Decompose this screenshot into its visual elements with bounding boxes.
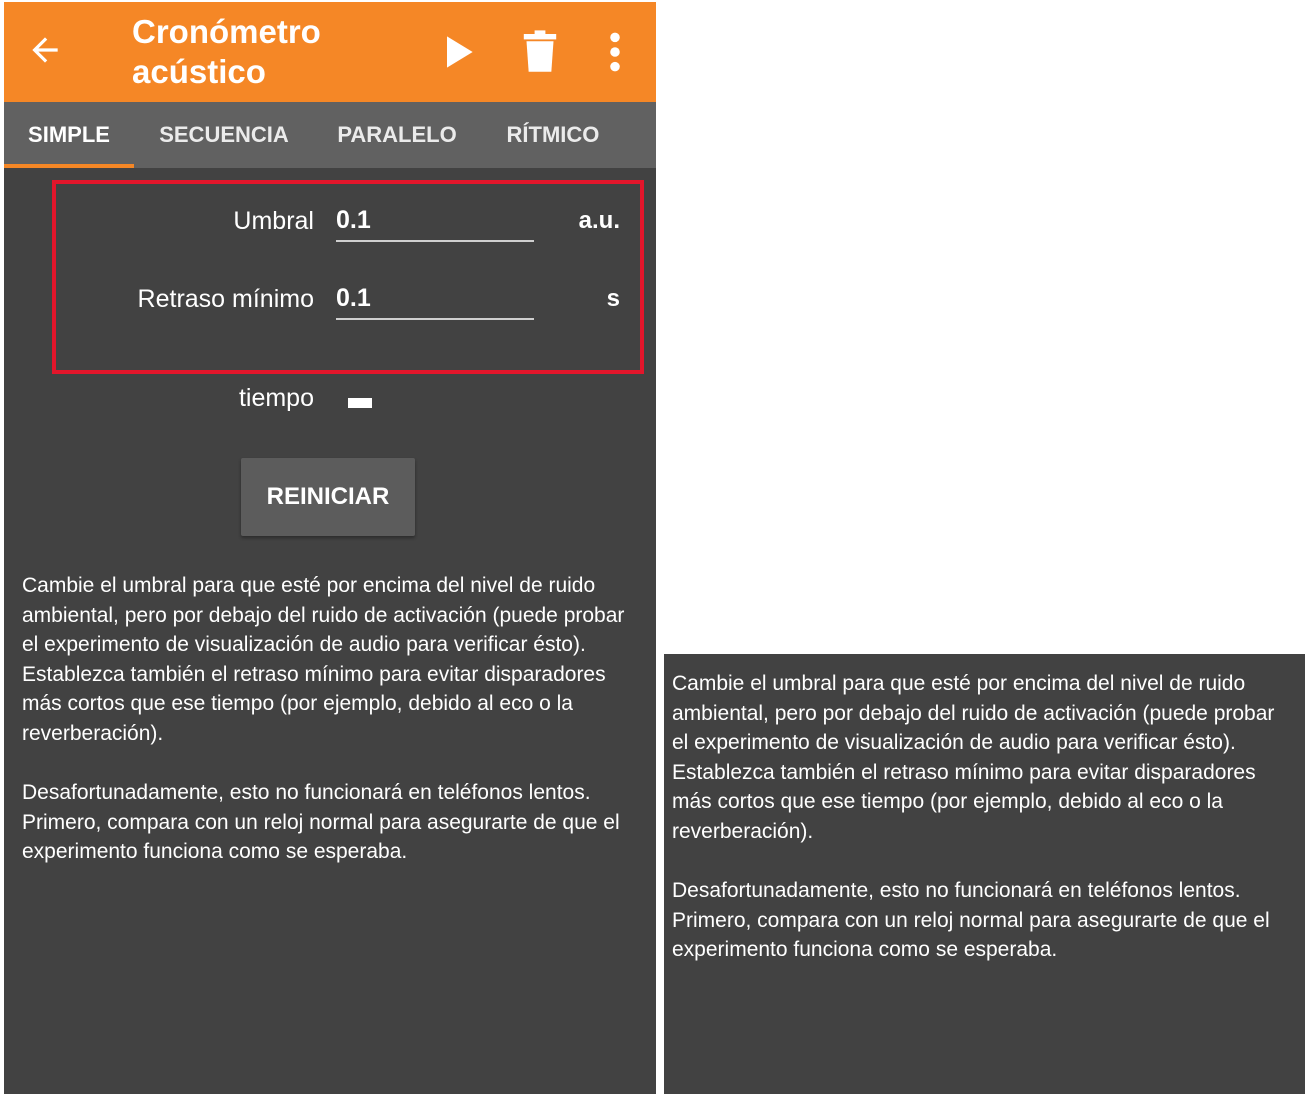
active-tab-indicator [4,164,134,168]
arrow-left-icon[interactable] [26,31,64,69]
help-text: Cambie el umbral para que esté por encim… [22,571,640,867]
help-paragraph-2: Desafortunadamente, esto no funcionará e… [22,781,620,863]
app-bar: Cronómetro acústico [4,2,656,102]
umbral-input[interactable] [336,200,534,242]
umbral-unit: a.u. [578,207,620,234]
phone-screen: Cronómetro acústico SIMPLE SECUENCIA PAR… [4,2,656,1094]
zoomed-help-paragraph-2: Desafortunadamente, esto no funcionará e… [672,879,1270,961]
tiempo-label: tiempo [238,384,314,412]
retraso-label: Retraso mínimo [137,285,314,313]
tiempo-value [348,398,372,408]
trash-icon[interactable] [522,30,558,74]
tab-secuencia[interactable]: SECUENCIA [144,102,304,168]
zoomed-help-text: Cambie el umbral para que esté por encim… [672,669,1290,965]
play-icon[interactable] [436,30,480,74]
reset-button[interactable]: REINICIAR [241,458,415,536]
retraso-unit: s [606,285,620,312]
tab-bar: SIMPLE SECUENCIA PARALELO RÍTMICO [4,102,656,168]
tab-paralelo[interactable]: PARALELO [322,102,472,168]
help-paragraph-1: Cambie el umbral para que esté por encim… [22,574,625,745]
umbral-label: Umbral [233,207,314,235]
app-title: Cronómetro acústico [132,13,321,90]
tab-simple[interactable]: SIMPLE [4,102,134,168]
retraso-input[interactable] [336,278,534,320]
more-vert-icon[interactable] [604,30,626,74]
zoomed-help-panel: Cambie el umbral para que esté por encim… [664,654,1305,1094]
zoomed-help-paragraph-1: Cambie el umbral para que esté por encim… [672,672,1275,843]
tab-ritmico[interactable]: RÍTMICO [488,102,618,168]
